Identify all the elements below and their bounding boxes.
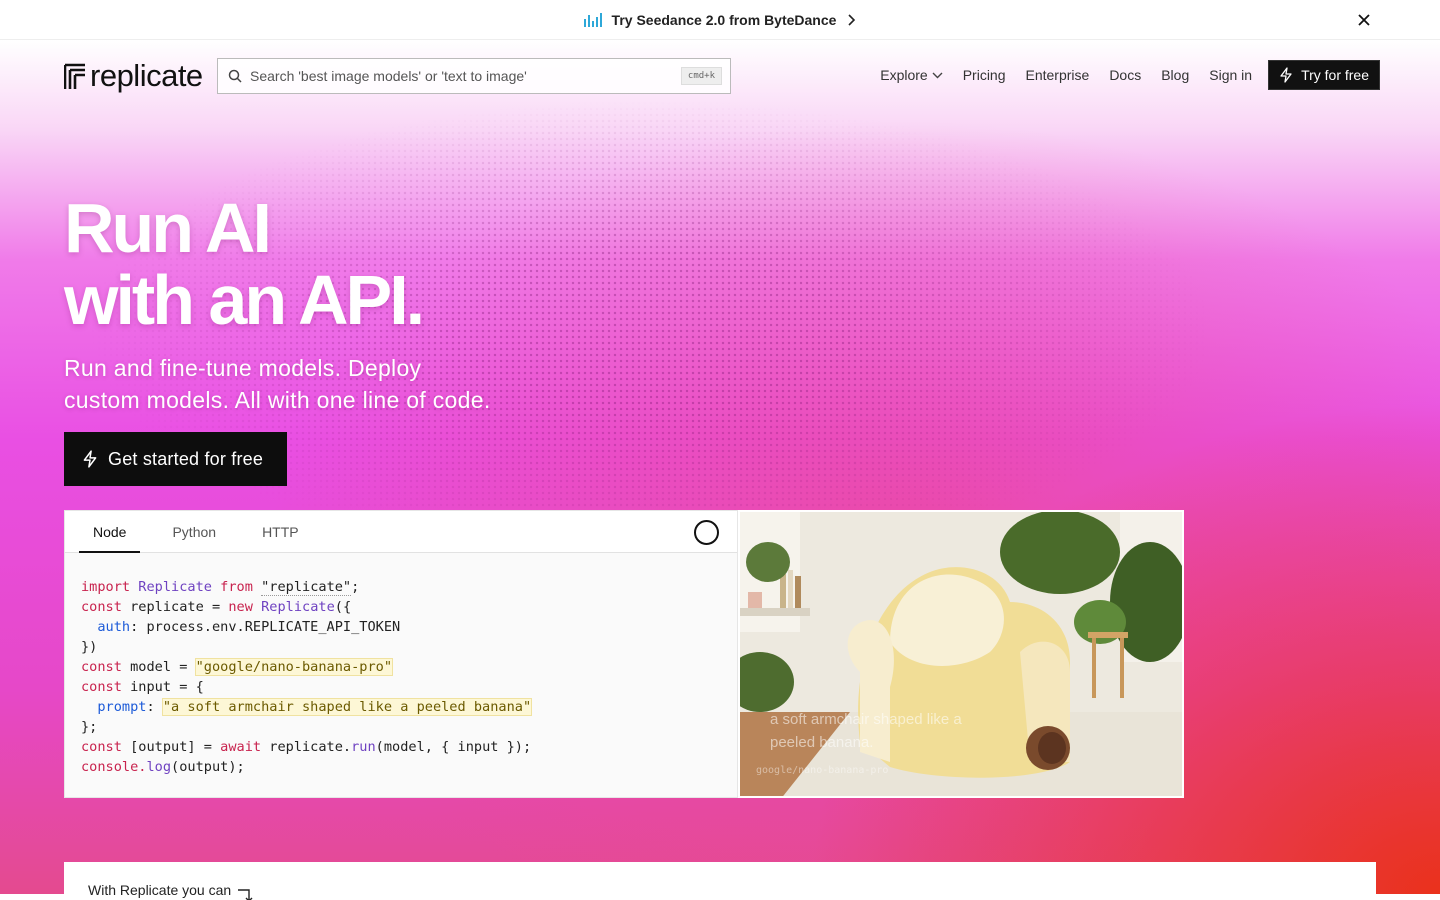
code-token: console. [81, 759, 147, 775]
search-input[interactable] [250, 68, 673, 84]
output-image: a soft armchair shaped like a peeled ban… [738, 510, 1184, 798]
code-token: const [81, 739, 122, 755]
code-token: (model, { input }); [375, 739, 532, 755]
code-token: const [81, 599, 122, 615]
headline-line-1: Run AI [64, 189, 272, 267]
banner-text: Try Seedance 2.0 from ByteDance [611, 11, 837, 28]
model-value: google/nano-banana-pro [203, 659, 384, 675]
subhead-line-2: custom models. All with one line of code… [64, 387, 491, 413]
search-icon [228, 69, 242, 83]
code-token: replicate. [269, 739, 352, 755]
close-icon[interactable] [1354, 10, 1374, 30]
code-token: replicate [130, 599, 204, 615]
loading-spinner-icon [694, 520, 719, 545]
features-card: With Replicate you can [64, 862, 1376, 900]
code-token: import [81, 579, 131, 595]
code-token: new [228, 599, 253, 615]
code-token: }) [81, 639, 98, 655]
nav-explore-label: Explore [880, 67, 928, 83]
code-token: run [351, 739, 376, 755]
model-string: "google/nano-banana-pro" [194, 658, 394, 676]
nav-enterprise[interactable]: Enterprise [1016, 60, 1100, 90]
seedance-banner-link[interactable]: Try Seedance 2.0 from ByteDance [583, 11, 857, 28]
hero-headline: Run AI with an API. [64, 189, 425, 339]
logo-wordmark: replicate [90, 58, 203, 93]
code-token: Replicate [138, 579, 212, 595]
code-token: (output); [171, 759, 245, 775]
hero-subhead: Run and fine-tune models. Deploy custom … [64, 352, 564, 416]
get-started-button[interactable]: Get started for free [64, 432, 287, 486]
tab-python[interactable]: Python [158, 511, 230, 552]
code-token: process.env.REPLICATE_API_TOKEN [146, 619, 401, 635]
language-tabs: Node Python HTTP [65, 511, 737, 553]
features-intro: With Replicate you can [88, 882, 232, 898]
code-token: log [146, 759, 172, 775]
search-bar[interactable]: cmd+k [217, 58, 731, 94]
code-example-panel: Node Python HTTP import Replicate from "… [64, 510, 738, 798]
code-token: const [81, 659, 122, 675]
code-token: model [130, 659, 172, 675]
tab-http[interactable]: HTTP [248, 511, 313, 552]
code-token: input [130, 679, 172, 695]
try-for-free-button[interactable]: Try for free [1268, 60, 1380, 90]
nav-blog[interactable]: Blog [1151, 60, 1199, 90]
get-started-label: Get started for free [108, 448, 264, 469]
audio-bars-icon [583, 12, 602, 27]
nav-explore[interactable]: Explore [870, 60, 952, 90]
announcement-banner: Try Seedance 2.0 from ByteDance [0, 0, 1440, 40]
nav-pricing[interactable]: Pricing [953, 60, 1016, 90]
headline-line-2: with an API. [64, 261, 425, 339]
code-token: auth [97, 619, 131, 635]
code-token: from [220, 579, 253, 595]
image-caption: a soft armchair shaped like a peeled ban… [770, 711, 962, 751]
code-token: await [220, 739, 262, 755]
code-token: [output] [130, 739, 196, 755]
replicate-logo[interactable]: replicate [64, 58, 203, 94]
code-token: }; [81, 719, 98, 735]
nav-docs[interactable]: Docs [1099, 60, 1151, 90]
arrow-turn-down-icon [238, 889, 253, 900]
subhead-line-1: Run and fine-tune models. Deploy [64, 355, 422, 381]
bolt-icon [1280, 67, 1292, 83]
search-shortcut: cmd+k [680, 67, 722, 85]
chevron-right-icon [848, 13, 856, 26]
code-token: "replicate" [261, 579, 352, 596]
banana-armchair-image [740, 512, 1182, 796]
code-block: import Replicate from "replicate"; const… [81, 579, 533, 775]
nav-sign-in[interactable]: Sign in [1199, 60, 1262, 90]
main-nav: Explore Pricing Enterprise Docs Blog Sig… [870, 60, 1380, 90]
site-header: replicate cmd+k Explore Pricing Enterpri… [0, 40, 1440, 112]
prompt-value: a soft armchair shaped like a peeled ban… [171, 699, 523, 715]
bolt-icon [83, 450, 97, 468]
code-token: Replicate [261, 599, 335, 615]
try-for-free-label: Try for free [1301, 67, 1369, 83]
chevron-down-icon [932, 72, 943, 79]
code-token: prompt [97, 699, 147, 715]
code-token: const [81, 679, 122, 695]
tab-node[interactable]: Node [79, 511, 141, 553]
prompt-string: "a soft armchair shaped like a peeled ba… [161, 698, 533, 716]
replicate-logo-icon [64, 63, 85, 89]
image-model-label: google/nano-banana-pro [756, 765, 889, 776]
